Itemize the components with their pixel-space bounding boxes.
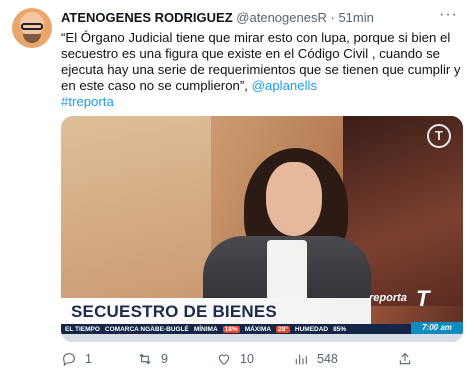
ticker-humidity-value: 85% <box>333 325 347 333</box>
retweet-count: 9 <box>161 352 168 366</box>
tweet-actions: 1 9 10 548 <box>61 351 466 369</box>
ticker-max-label: MÁXIMA <box>244 325 272 333</box>
channel-logo-icon: T <box>427 124 451 148</box>
views-button[interactable]: 548 <box>293 351 338 367</box>
avatar-beard <box>23 34 41 43</box>
ticker-humidity-label: HUMEDAD <box>294 325 329 333</box>
ticker-cells: EL TIEMPO COMARCA NGÄBE-BUGLÉ MÍNIMA 18%… <box>65 324 346 334</box>
ticker-bottom-strip <box>61 334 463 342</box>
reply-count: 1 <box>85 352 92 366</box>
author-avatar[interactable] <box>12 8 52 48</box>
author-handle[interactable]: @atenogenesR <box>236 10 327 25</box>
reply-button[interactable]: 1 <box>61 351 92 367</box>
retweet-button[interactable]: 9 <box>137 351 168 367</box>
banner-title: SECUESTRO DE BIENES <box>71 302 277 321</box>
retweet-icon <box>139 353 151 365</box>
avatar-glasses <box>21 23 43 30</box>
views-count: 548 <box>317 352 338 366</box>
ticker-max-value: 28° <box>276 325 290 333</box>
reply-icon <box>63 353 75 367</box>
hashtag-link[interactable]: #treporta <box>61 94 114 109</box>
tweet-text: “El Órgano Judicial tiene que mirar esto… <box>61 30 466 110</box>
tweet-timestamp[interactable]: 51min <box>338 10 373 25</box>
tweet-media-image[interactable]: T SECUESTRO DE BIENES reporta T EL TIEMP… <box>61 116 463 342</box>
share-button[interactable] <box>397 351 413 367</box>
separator-dot: · <box>330 10 335 25</box>
views-icon <box>295 354 307 365</box>
share-icon <box>399 352 411 365</box>
like-icon <box>218 354 230 365</box>
ticker-min-value: 18% <box>222 325 240 333</box>
ticker-clock: 7:00 am <box>411 322 463 334</box>
ticker-weather-label: EL TIEMPO <box>65 325 100 333</box>
author-name[interactable]: ATENOGENES RODRIGUEZ <box>61 10 233 25</box>
more-options-icon[interactable]: ··· <box>439 6 458 24</box>
ticker-region: COMARCA NGÄBE-BUGLÉ <box>104 325 189 333</box>
ticker-min-label: MÍNIMA <box>193 325 218 333</box>
mention-link[interactable]: @aplanells <box>252 78 317 93</box>
program-logo: T <box>416 286 430 311</box>
speaker-face <box>266 162 322 236</box>
tweet-header: ATENOGENES RODRIGUEZ @atenogenesR · 51mi… <box>61 10 374 25</box>
like-button[interactable]: 10 <box>216 351 254 367</box>
like-count: 10 <box>240 352 254 366</box>
program-label: reporta <box>369 292 407 304</box>
